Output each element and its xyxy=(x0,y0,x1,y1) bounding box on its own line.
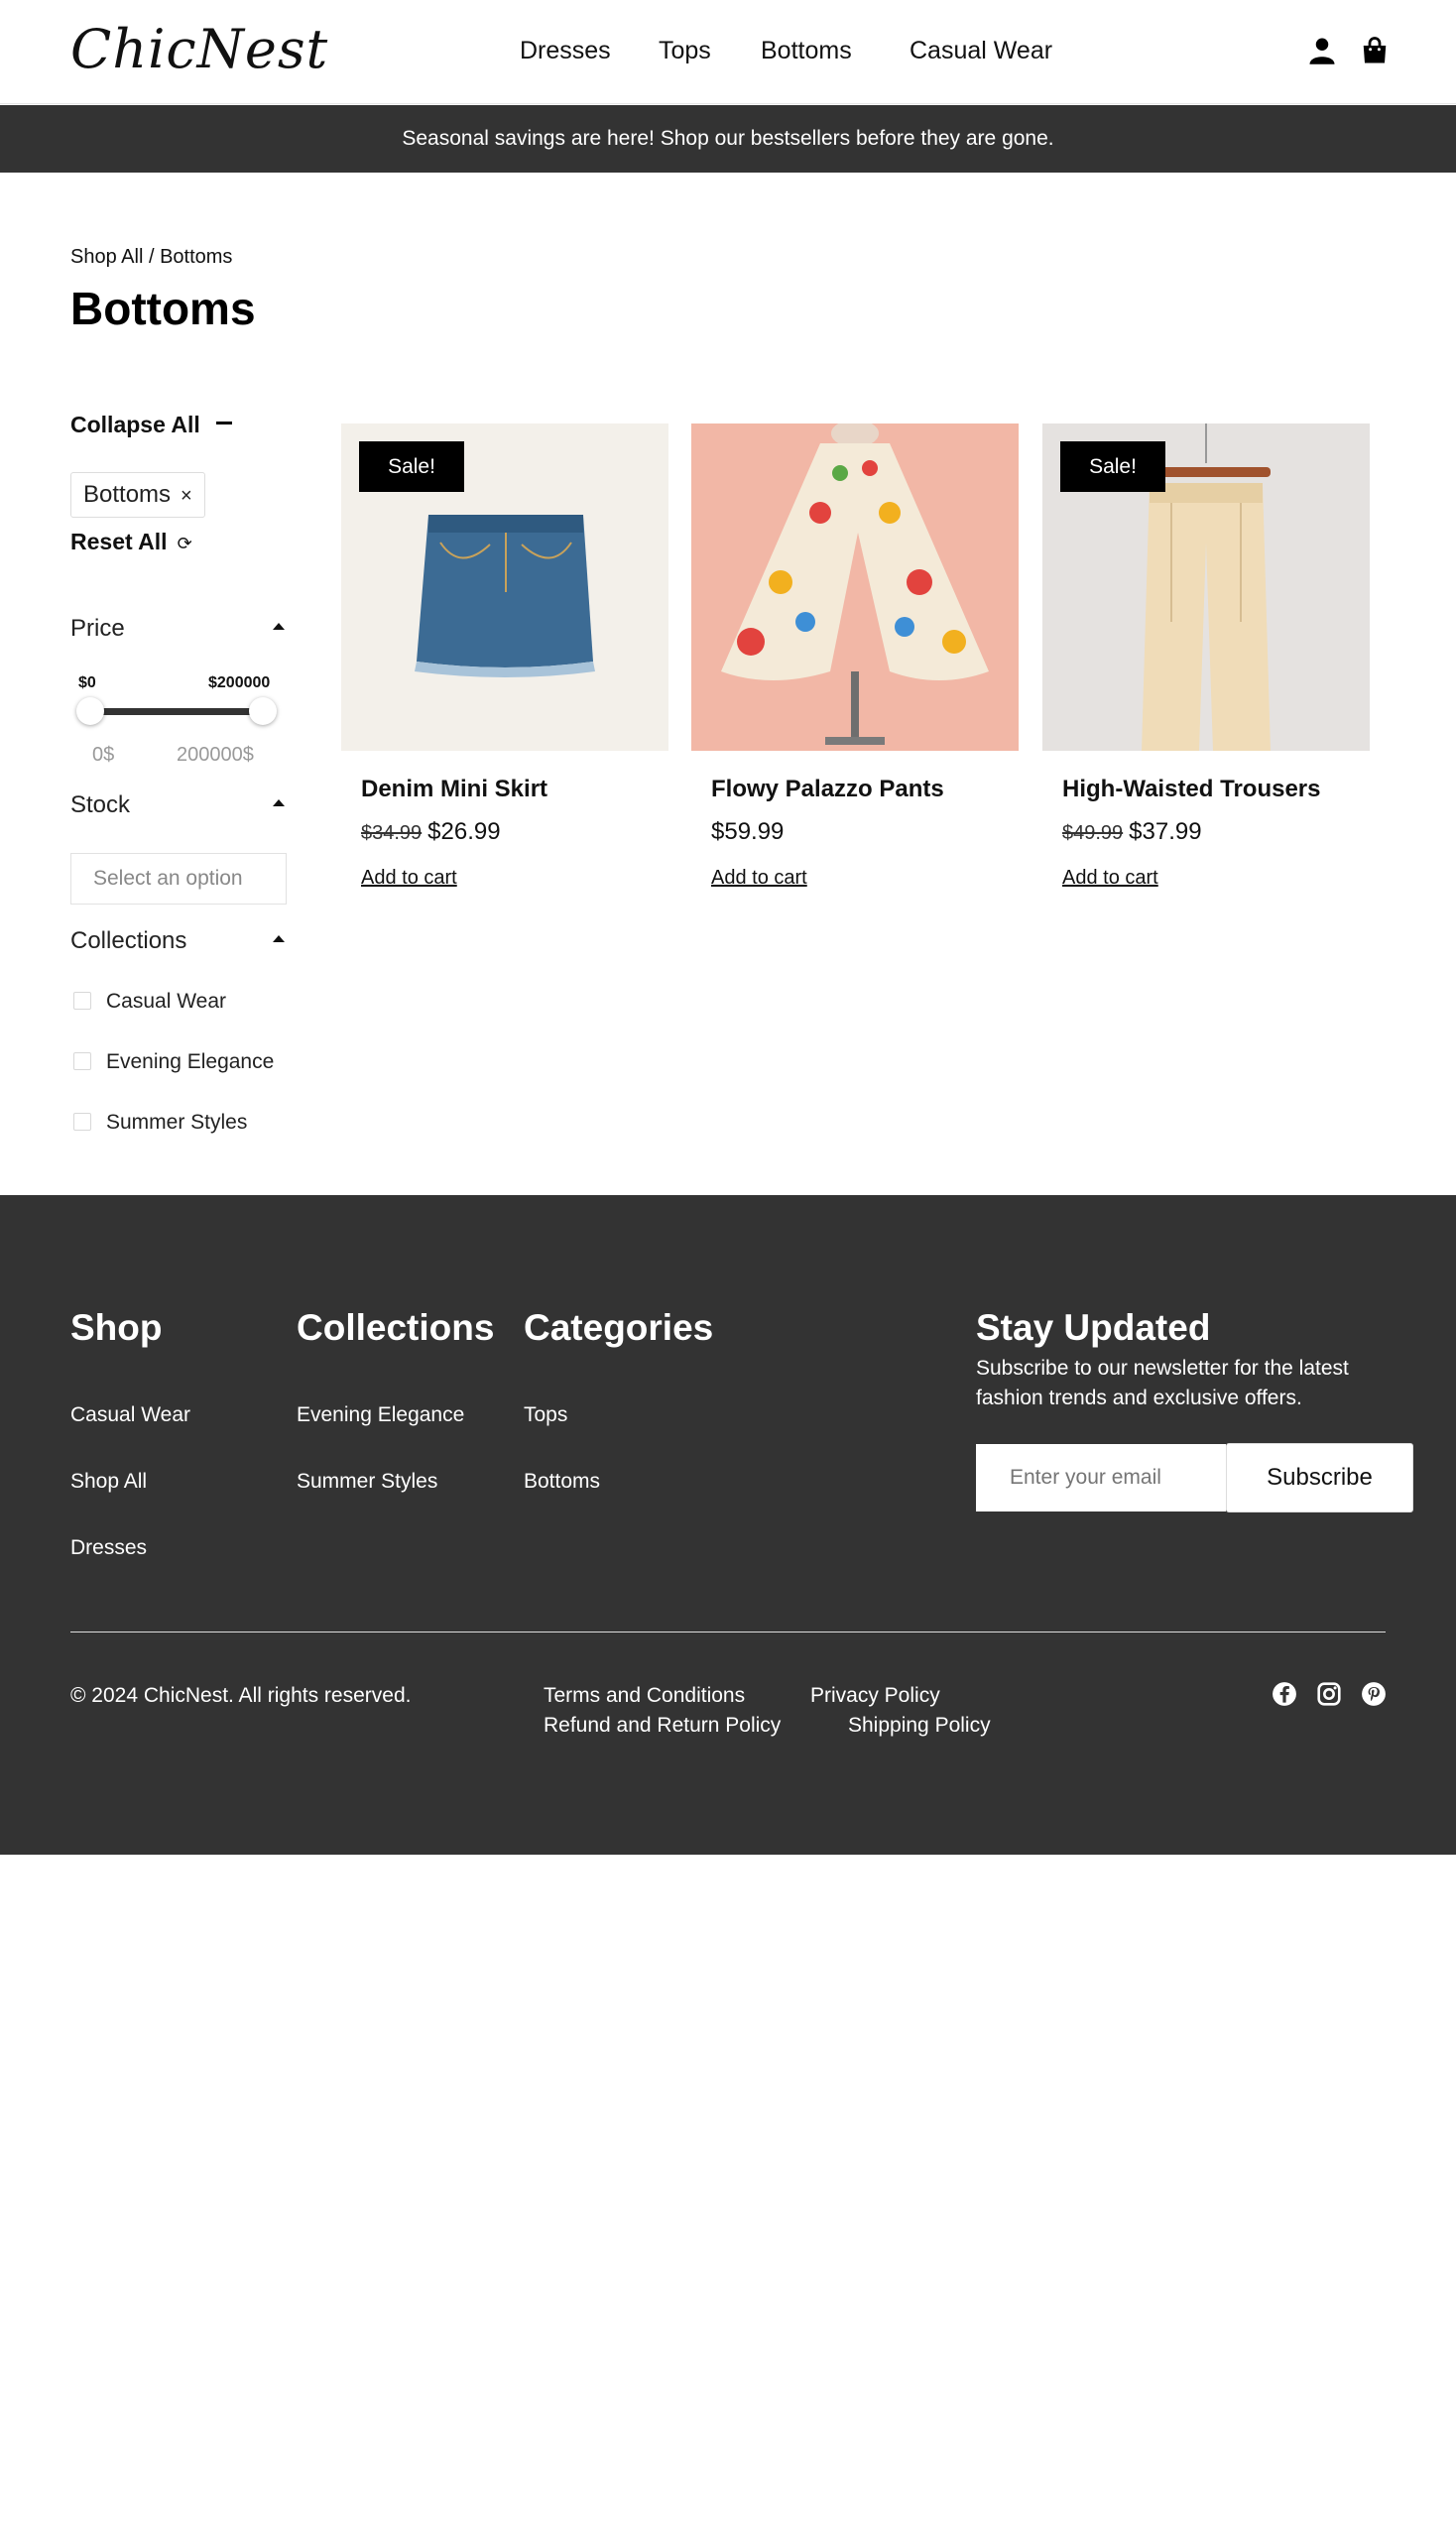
reset-all-button[interactable]: Reset All ⟳ xyxy=(70,529,192,555)
stock-filter-label: Stock xyxy=(70,791,131,818)
site-header: ChicNest Dresses Tops Bottoms Casual Wea… xyxy=(0,0,1456,104)
sale-price: $26.99 xyxy=(427,818,501,845)
original-price: $49.99 xyxy=(1062,822,1124,844)
site-footer: Shop Casual Wear Shop All Dresses Collec… xyxy=(0,1195,1456,1855)
collection-option-evening-elegance[interactable]: Evening Elegance xyxy=(70,1050,274,1074)
footer-heading-collections: Collections xyxy=(297,1307,495,1348)
nav-bottoms[interactable]: Bottoms xyxy=(761,37,852,65)
breadcrumb-shop-all[interactable]: Shop All xyxy=(70,246,143,268)
footer-link-shipping[interactable]: Shipping Policy xyxy=(848,1714,991,1738)
price-filter-header[interactable]: Price xyxy=(70,615,285,643)
product-price: $59.99 xyxy=(711,818,784,846)
copyright: © 2024 ChicNest. All rights reserved. xyxy=(70,1684,412,1707)
chevron-up-icon xyxy=(273,623,285,630)
chip-label: Bottoms xyxy=(83,481,172,508)
checkbox-label: Summer Styles xyxy=(106,1111,248,1134)
price-max-label: $200000 xyxy=(208,674,271,691)
price-slider-track xyxy=(89,708,264,715)
breadcrumb-separator: / xyxy=(143,246,161,268)
footer-link-evening-elegance[interactable]: Evening Elegance xyxy=(297,1403,464,1427)
footer-heading-shop: Shop xyxy=(70,1307,163,1348)
checkbox[interactable] xyxy=(73,1051,91,1070)
footer-link-shop-all[interactable]: Shop All xyxy=(70,1470,147,1494)
footer-heading-newsletter: Stay Updated xyxy=(976,1307,1211,1348)
footer-link-dresses[interactable]: Dresses xyxy=(70,1536,147,1560)
product-name[interactable]: Flowy Palazzo Pants xyxy=(711,776,944,803)
original-price: $34.99 xyxy=(361,822,423,844)
nav-dresses[interactable]: Dresses xyxy=(520,37,611,65)
add-to-cart-link[interactable]: Add to cart xyxy=(711,867,807,890)
nav-tops[interactable]: Tops xyxy=(659,37,711,65)
product-image-flowy-palazzo-pants[interactable] xyxy=(691,423,1019,751)
collections-filter-header[interactable]: Collections xyxy=(70,927,285,955)
regular-price: $59.99 xyxy=(711,818,785,845)
checkbox[interactable] xyxy=(73,1112,91,1131)
minus-icon xyxy=(215,422,232,425)
footer-link-terms[interactable]: Terms and Conditions xyxy=(544,1684,745,1708)
footer-link-tops[interactable]: Tops xyxy=(524,1403,567,1427)
active-filter-chip[interactable]: Bottoms × xyxy=(70,472,205,518)
product-price: $34.99 $26.99 xyxy=(361,818,501,846)
user-icon[interactable] xyxy=(1307,36,1337,65)
product-name[interactable]: High-Waisted Trousers xyxy=(1062,776,1320,803)
footer-link-privacy[interactable]: Privacy Policy xyxy=(810,1684,940,1708)
product-card: Sale! High-Waisted Trousers $49.99 $37.99… xyxy=(1042,423,1370,889)
price-slider-min-handle[interactable] xyxy=(76,697,104,725)
footer-link-summer-styles[interactable]: Summer Styles xyxy=(297,1470,437,1494)
pinterest-icon[interactable] xyxy=(1361,1681,1387,1707)
checkbox-label: Casual Wear xyxy=(106,990,226,1013)
breadcrumb: Shop All / Bottoms xyxy=(70,246,232,269)
footer-link-casual-wear[interactable]: Casual Wear xyxy=(70,1403,190,1427)
product-card: Flowy Palazzo Pants $59.99 Add to cart xyxy=(691,423,1019,889)
footer-heading-categories: Categories xyxy=(524,1307,714,1348)
product-card: Sale! Denim Mini Skirt $34.99 $26.99 Add … xyxy=(341,423,668,889)
reset-all-label: Reset All xyxy=(70,529,168,554)
product-price: $49.99 $37.99 xyxy=(1062,818,1202,846)
sale-badge: Sale! xyxy=(1060,441,1165,492)
collapse-all-button[interactable]: Collapse All xyxy=(70,412,232,438)
add-to-cart-link[interactable]: Add to cart xyxy=(361,867,457,890)
page-title: Bottoms xyxy=(70,283,256,334)
instagram-icon[interactable] xyxy=(1316,1681,1342,1707)
subscribe-button[interactable]: Subscribe xyxy=(1226,1443,1413,1512)
product-image-denim-mini-skirt[interactable]: Sale! xyxy=(341,423,668,751)
sale-badge: Sale! xyxy=(359,441,464,492)
product-image-high-waisted-trousers[interactable]: Sale! xyxy=(1042,423,1370,751)
shopping-bag-icon[interactable] xyxy=(1360,36,1390,65)
sale-price: $37.99 xyxy=(1129,818,1202,845)
footer-link-bottoms[interactable]: Bottoms xyxy=(524,1470,600,1494)
facebook-icon[interactable] xyxy=(1272,1681,1297,1707)
close-icon[interactable]: × xyxy=(181,485,192,507)
add-to-cart-link[interactable]: Add to cart xyxy=(1062,867,1158,890)
stock-filter-header[interactable]: Stock xyxy=(70,791,285,819)
refresh-icon: ⟳ xyxy=(177,534,192,553)
announcement-bar: Seasonal savings are here! Shop our best… xyxy=(0,105,1456,173)
price-min-value: 0$ xyxy=(92,744,115,766)
logo[interactable]: ChicNest xyxy=(70,18,328,80)
stock-select[interactable]: Select an option xyxy=(70,853,287,905)
newsletter-description: Subscribe to our newsletter for the late… xyxy=(976,1357,1349,1409)
checkbox[interactable] xyxy=(73,991,91,1010)
price-max-value: 200000$ xyxy=(177,744,254,766)
collapse-all-label: Collapse All xyxy=(70,412,200,437)
nav-casual-wear[interactable]: Casual Wear xyxy=(910,37,1052,65)
price-min-label: $0 xyxy=(78,674,96,691)
chevron-up-icon xyxy=(273,799,285,806)
price-slider-max-handle[interactable] xyxy=(249,697,277,725)
collection-option-summer-styles[interactable]: Summer Styles xyxy=(70,1111,247,1135)
breadcrumb-current: Bottoms xyxy=(160,246,233,268)
checkbox-label: Evening Elegance xyxy=(106,1050,275,1073)
collection-option-casual-wear[interactable]: Casual Wear xyxy=(70,990,226,1014)
collections-filter-label: Collections xyxy=(70,927,187,954)
email-input[interactable] xyxy=(976,1444,1226,1511)
footer-link-refund[interactable]: Refund and Return Policy xyxy=(544,1714,781,1738)
palazzo-pants-image xyxy=(691,423,1019,751)
product-name[interactable]: Denim Mini Skirt xyxy=(361,776,547,803)
price-filter-label: Price xyxy=(70,615,125,642)
chevron-up-icon xyxy=(273,935,285,942)
